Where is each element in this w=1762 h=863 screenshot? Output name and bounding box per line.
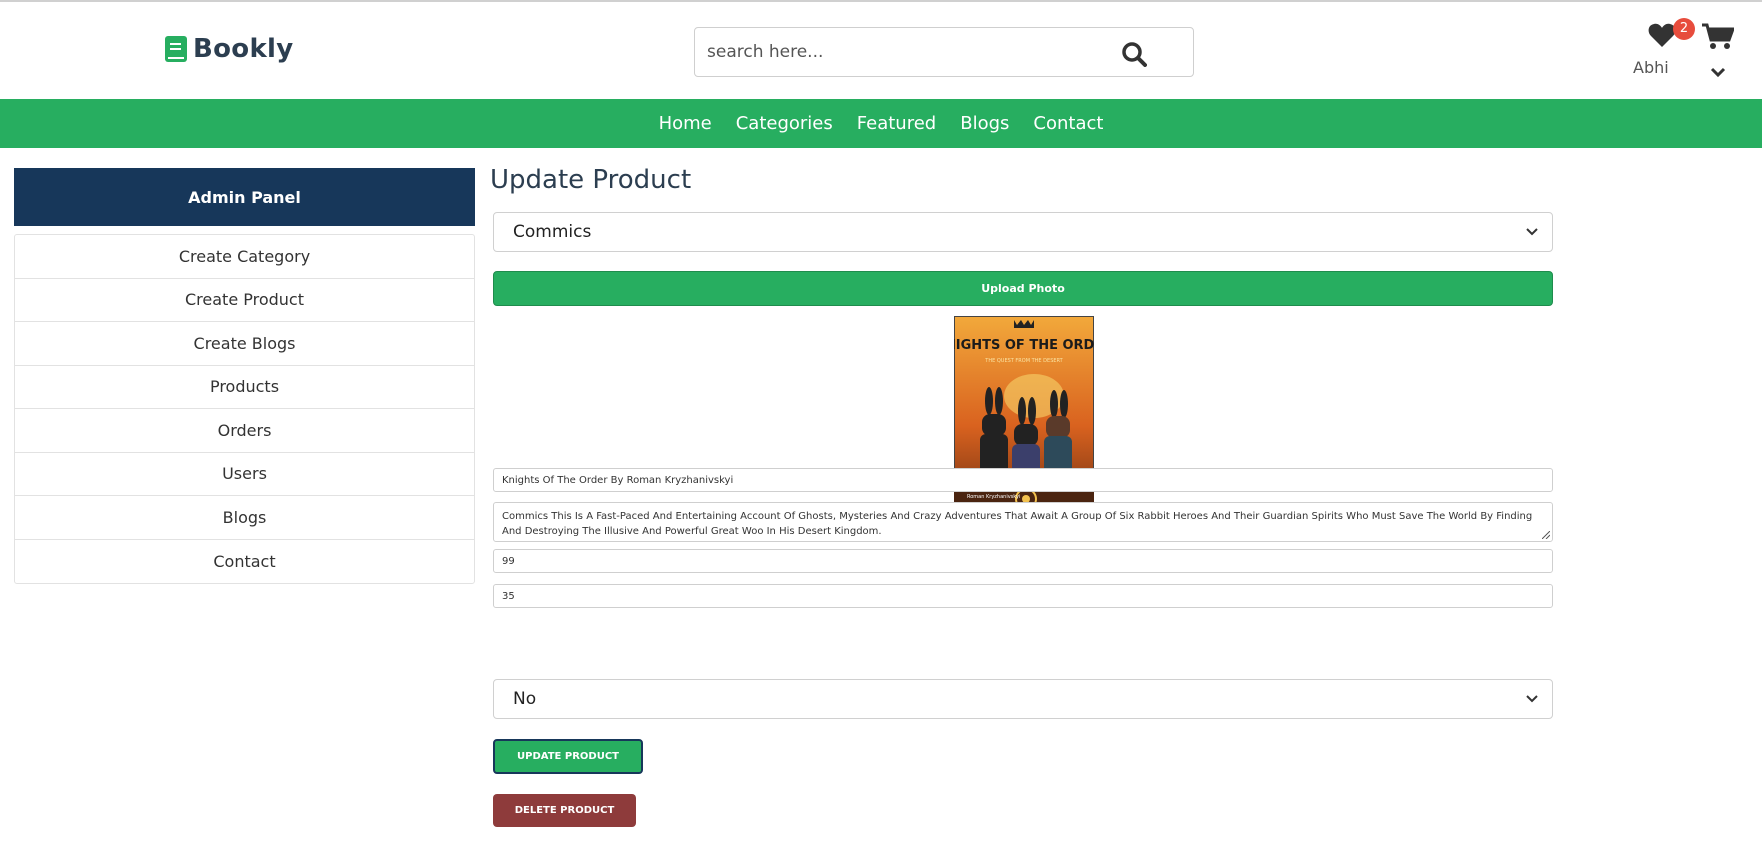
- chevron-down-icon: [1526, 695, 1538, 703]
- shipping-select[interactable]: No: [493, 679, 1553, 719]
- search-icon[interactable]: [1121, 41, 1147, 67]
- product-description-textarea[interactable]: Commics This Is A Fast-Paced And Enterta…: [493, 502, 1553, 542]
- sidebar-item-blogs[interactable]: Blogs: [15, 496, 474, 540]
- price-value: 99: [502, 555, 515, 567]
- logo[interactable]: Bookly: [165, 34, 294, 64]
- sidebar-item-create-product[interactable]: Create Product: [15, 279, 474, 322]
- wishlist-count-badge: 2: [1673, 18, 1695, 40]
- nav-featured[interactable]: Featured: [857, 113, 936, 134]
- user-name[interactable]: Abhi: [1633, 58, 1669, 77]
- category-select-value: Commics: [513, 222, 592, 242]
- cart-icon[interactable]: [1702, 22, 1734, 50]
- cover-author: Roman Kryzhanivskyi: [967, 494, 1020, 500]
- category-select[interactable]: Commics: [493, 212, 1553, 252]
- logo-text: Bookly: [193, 34, 294, 64]
- chevron-down-icon[interactable]: [1710, 66, 1726, 78]
- sidebar-item-create-blogs[interactable]: Create Blogs: [15, 322, 474, 366]
- search-input[interactable]: [695, 32, 1095, 72]
- update-product-form: Update Product Commics Upload Photo KNIG…: [490, 165, 1554, 827]
- cover-title: KNIGHTS OF THE ORDER: [954, 338, 1094, 353]
- quantity-input[interactable]: 35: [493, 584, 1553, 608]
- sidebar-title: Admin Panel: [14, 168, 475, 226]
- user-actions: 2 Abhi: [1630, 18, 1750, 88]
- sidebar-item-contact[interactable]: Contact: [15, 540, 474, 584]
- delete-product-button[interactable]: DELETE PRODUCT: [493, 794, 636, 827]
- nav-home[interactable]: Home: [659, 113, 712, 134]
- sidebar-item-orders[interactable]: Orders: [15, 409, 474, 453]
- admin-sidebar: Admin Panel Create Category Create Produ…: [14, 168, 475, 584]
- quantity-value: 35: [502, 590, 515, 602]
- book-icon: [165, 36, 187, 62]
- cover-subtitle: THE QUEST FROM THE DESERT: [984, 358, 1063, 364]
- upload-photo-button[interactable]: Upload Photo: [493, 271, 1553, 306]
- heart-icon[interactable]: [1648, 22, 1676, 48]
- product-description-value: Commics This Is A Fast-Paced And Enterta…: [502, 511, 1533, 537]
- resize-handle-icon[interactable]: [1542, 531, 1550, 539]
- sidebar-item-products[interactable]: Products: [15, 366, 474, 409]
- site-header: Bookly 2 Abhi: [0, 2, 1762, 99]
- shipping-select-value: No: [513, 689, 537, 709]
- update-product-button[interactable]: UPDATE PRODUCT: [493, 739, 643, 774]
- chevron-down-icon: [1526, 228, 1538, 236]
- nav-categories[interactable]: Categories: [736, 113, 833, 134]
- sidebar-item-create-category[interactable]: Create Category: [15, 235, 474, 279]
- search-bar: [694, 27, 1194, 77]
- page-title: Update Product: [490, 165, 692, 195]
- main-nav: Home Categories Featured Blogs Contact: [0, 99, 1762, 148]
- nav-blogs[interactable]: Blogs: [960, 113, 1009, 134]
- price-input[interactable]: 99: [493, 549, 1553, 573]
- product-name-input[interactable]: Knights Of The Order By Roman Kryzhanivs…: [493, 468, 1553, 492]
- nav-contact[interactable]: Contact: [1033, 113, 1103, 134]
- sidebar-item-users[interactable]: Users: [15, 453, 474, 496]
- sidebar-menu: Create Category Create Product Create Bl…: [14, 234, 475, 584]
- product-name-value: Knights Of The Order By Roman Kryzhanivs…: [502, 474, 734, 486]
